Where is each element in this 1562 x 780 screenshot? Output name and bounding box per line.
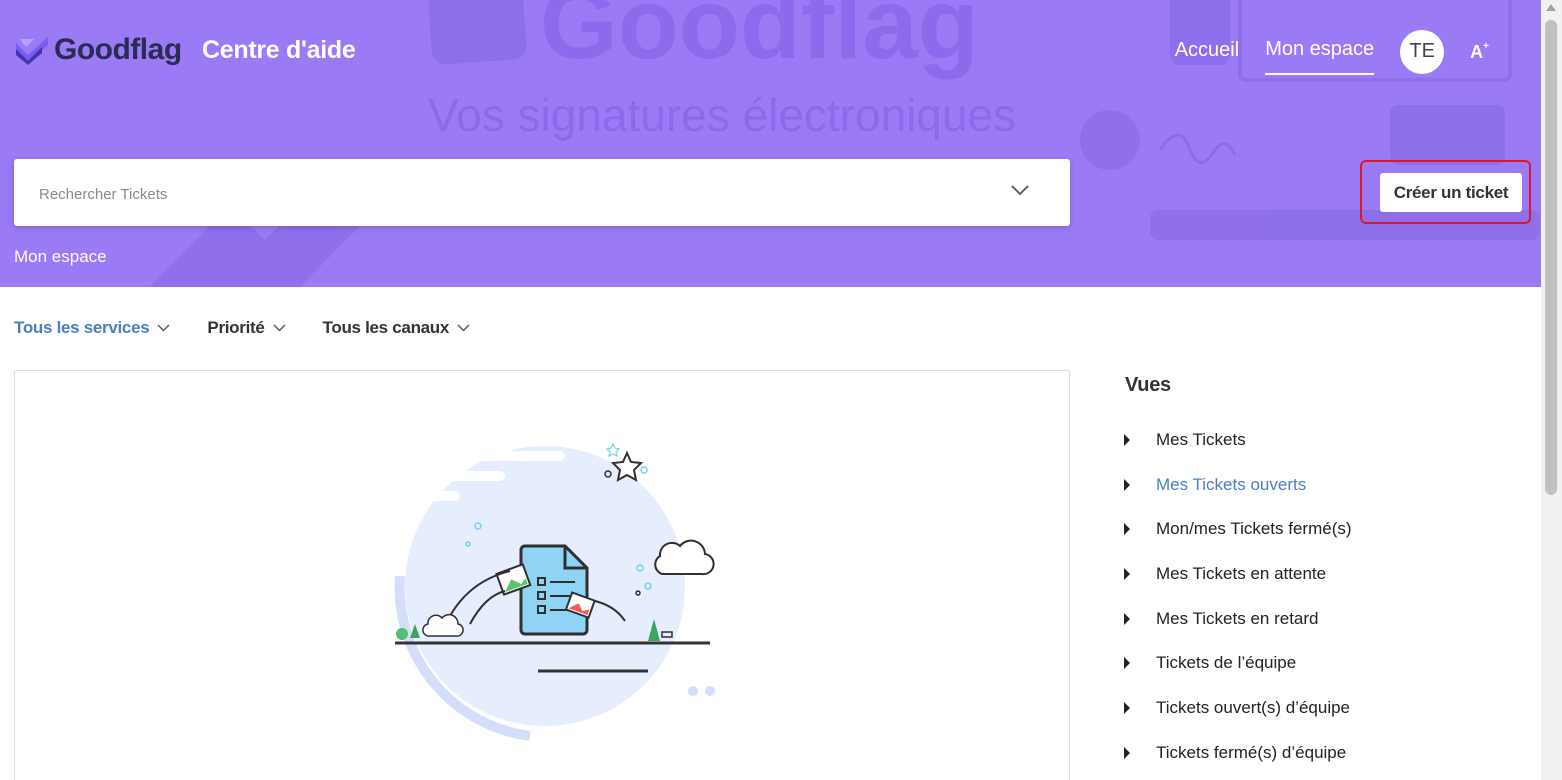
view-item-team-closed-tickets[interactable]: Tickets fermé(s) d’équipe (1124, 743, 1352, 780)
caret-right-icon[interactable] (1124, 523, 1130, 536)
banner-slogan-watermark: Vos signatures électroniques (428, 89, 1016, 141)
filter-channels-dropdown[interactable]: Tous les canaux (323, 318, 471, 338)
view-label[interactable]: Mes Tickets en retard (1156, 609, 1319, 629)
scroll-up-arrow-icon[interactable] (1546, 4, 1556, 11)
filter-label: Priorité (207, 318, 265, 337)
chevron-down-icon (457, 324, 470, 332)
ticket-filters: Tous les services Priorité Tous les cana… (14, 318, 507, 338)
views-title: Vues (1125, 374, 1171, 396)
top-navigation: Accueil Mon espace TE A+ (1149, 28, 1489, 75)
nav-home-link[interactable]: Accueil (1175, 29, 1239, 74)
empty-document-illustration (390, 442, 715, 741)
user-avatar[interactable]: TE (1400, 29, 1445, 74)
caret-right-icon[interactable] (1124, 568, 1130, 581)
font-size-label: A (1470, 42, 1484, 62)
tickets-panel (14, 370, 1070, 780)
create-ticket-button[interactable]: Créer un ticket (1380, 173, 1522, 212)
chevron-down-icon (273, 324, 286, 332)
caret-right-icon[interactable] (1124, 657, 1130, 670)
view-item-my-late-tickets[interactable]: Mes Tickets en retard (1124, 609, 1352, 654)
view-item-team-tickets[interactable]: Tickets de l’équipe (1124, 653, 1352, 698)
font-size-toggle-button[interactable]: A+ (1470, 41, 1489, 63)
view-label[interactable]: Mes Tickets en attente (1156, 564, 1326, 584)
views-list: Mes Tickets Mes Tickets ouverts Mon/mes … (1124, 430, 1352, 780)
view-item-my-tickets[interactable]: Mes Tickets (1124, 430, 1352, 475)
view-label[interactable]: Mon/mes Tickets fermé(s) (1156, 519, 1352, 539)
banner-logo-watermark: Goodflag (540, 0, 979, 80)
font-size-plus-icon: + (1483, 41, 1489, 52)
view-label[interactable]: Mes Tickets ouverts (1156, 475, 1306, 495)
logo-text: Goodflag (54, 33, 182, 66)
ticket-search-bar (14, 159, 1070, 226)
page-scrollbar[interactable] (1541, 0, 1562, 780)
header-banner: Goodflag Vos signatures électroniques Go… (0, 0, 1541, 287)
view-item-my-pending-tickets[interactable]: Mes Tickets en attente (1124, 564, 1352, 609)
site-title[interactable]: Centre d'aide (202, 36, 356, 65)
caret-right-icon[interactable] (1124, 702, 1130, 715)
chevron-down-icon[interactable] (1010, 183, 1030, 197)
chevron-down-icon (157, 324, 170, 332)
caret-right-icon[interactable] (1124, 478, 1130, 491)
view-item-team-open-tickets[interactable]: Tickets ouvert(s) d’équipe (1124, 698, 1352, 743)
breadcrumb[interactable]: Mon espace (14, 247, 107, 267)
view-item-my-open-tickets[interactable]: Mes Tickets ouverts (1124, 475, 1352, 520)
filter-services-dropdown[interactable]: Tous les services (14, 318, 170, 338)
goodflag-logo[interactable]: Goodflag (14, 30, 182, 70)
view-label[interactable]: Tickets de l’équipe (1156, 653, 1296, 673)
filter-label: Tous les canaux (322, 318, 450, 337)
search-input[interactable] (39, 186, 939, 203)
view-label[interactable]: Mes Tickets (1156, 430, 1246, 450)
view-item-my-closed-tickets[interactable]: Mon/mes Tickets fermé(s) (1124, 519, 1352, 564)
scroll-thumb[interactable] (1545, 20, 1557, 495)
caret-right-icon[interactable] (1124, 612, 1130, 625)
filter-label: Tous les services (14, 318, 150, 337)
logo-mark-icon (16, 37, 48, 65)
caret-right-icon[interactable] (1124, 434, 1130, 446)
caret-right-icon[interactable] (1124, 746, 1130, 759)
nav-my-space-link[interactable]: Mon espace (1265, 28, 1375, 75)
view-label[interactable]: Tickets ouvert(s) d’équipe (1156, 698, 1350, 718)
filter-priority-dropdown[interactable]: Priorité (207, 318, 286, 338)
view-label[interactable]: Tickets fermé(s) d’équipe (1156, 743, 1346, 763)
